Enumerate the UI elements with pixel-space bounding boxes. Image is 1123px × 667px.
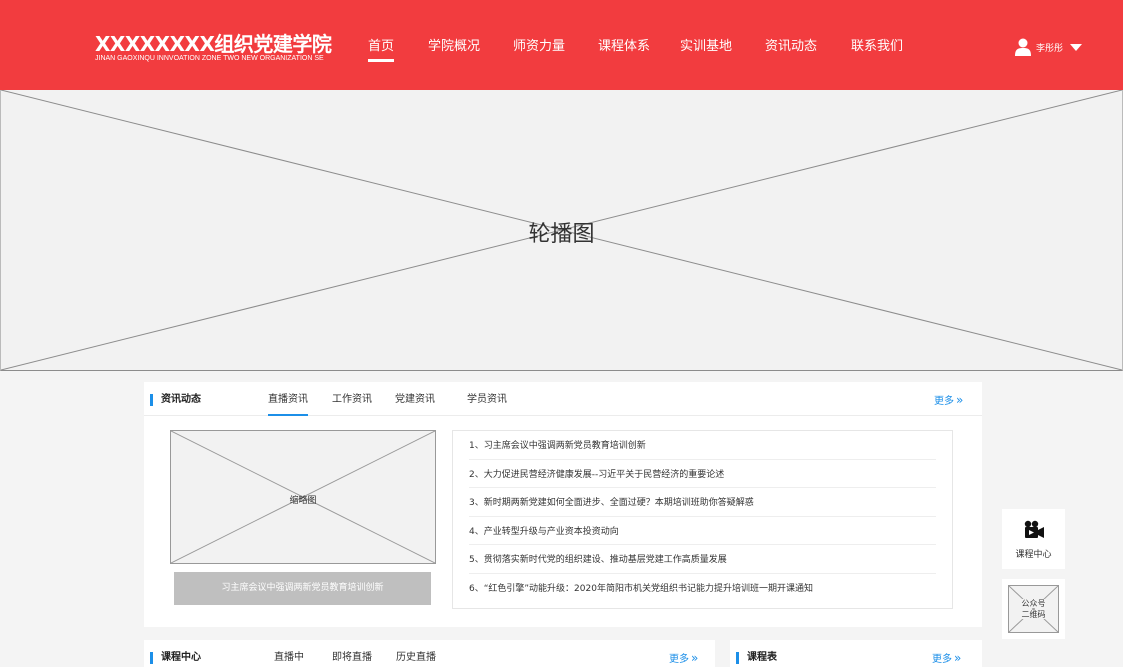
user-name: 李彤彤 <box>1036 43 1064 54</box>
nav-contact[interactable]: 联系我们 <box>851 38 903 56</box>
list-item[interactable]: 2、大力促进民营经济健康发展--习近平关于民营经济的重要论述 <box>469 460 936 488</box>
nav-faculty[interactable]: 师资力量 <box>513 38 565 56</box>
site-header: XXXXXXXX组织党建学院 JINAN GAOXINQU INNVOATION… <box>0 0 1123 90</box>
list-item[interactable]: 4、产业转型升级与产业资本投资动向 <box>469 517 936 545</box>
news-title: 资讯动态 <box>150 394 201 406</box>
list-item[interactable]: 6、“红色引擎”动能升级：2020年简阳市机关党组织书记能力提升培训班一期开课通… <box>469 574 936 603</box>
chevron-down-icon <box>1070 43 1083 51</box>
site-title: XXXXXXXX组织党建学院 <box>95 32 332 56</box>
news-panel: 资讯动态 直播资讯 工作资讯 党建资讯 学员资讯 更多» 缩略图 习主席会议中强… <box>144 382 982 627</box>
double-chevron-right-icon: » <box>691 651 699 665</box>
thumbnail-caption[interactable]: 习主席会议中强调两新党员教育培训创新 <box>174 572 431 605</box>
schedule-more-link[interactable]: 更多» <box>932 651 961 667</box>
list-item[interactable]: 5、贯彻落实新时代党的组织建设、推动基层党建工作高质量发展 <box>469 545 936 574</box>
list-item[interactable]: 1、习主席会议中强调两新党员教育培训创新 <box>469 431 936 460</box>
list-item[interactable]: 3、新时期两新党建如何全面进步、全面过硬？本期培训班助你答疑解惑 <box>469 488 936 517</box>
qr-code-label: 公众号 二维码 <box>1009 598 1058 620</box>
qr-code-placeholder: 公众号 二维码 <box>1008 585 1059 633</box>
tab-past-live[interactable]: 历史直播 <box>396 652 436 664</box>
qr-label-line1: 公众号 <box>1021 599 1046 608</box>
news-thumbnail[interactable]: 缩略图 <box>170 430 436 564</box>
float-course-center-button[interactable]: 课程中心 <box>1002 509 1065 569</box>
double-chevron-right-icon: » <box>954 651 962 665</box>
tab-work-news[interactable]: 工作资讯 <box>332 394 372 406</box>
course-center-label: 课程中心 <box>1015 550 1052 560</box>
tab-live-news[interactable]: 直播资讯 <box>268 394 308 416</box>
qr-label-line2: 二维码 <box>1021 610 1046 619</box>
nav-about[interactable]: 学院概况 <box>428 38 480 56</box>
nav-training-base[interactable]: 实训基地 <box>680 38 732 56</box>
tab-upcoming-live[interactable]: 即将直播 <box>332 652 372 664</box>
double-chevron-right-icon: » <box>956 393 964 407</box>
video-camera-icon <box>1024 520 1044 538</box>
nav-courses[interactable]: 课程体系 <box>598 38 650 56</box>
news-more-link[interactable]: 更多» <box>934 393 963 409</box>
user-menu[interactable]: 李彤彤 <box>1015 38 1083 56</box>
course-center-panel: 课程中心 直播中 即将直播 历史直播 更多» <box>144 640 715 667</box>
site-logo[interactable]: XXXXXXXX组织党建学院 JINAN GAOXINQU INNVOATION… <box>95 32 332 63</box>
float-qr-code[interactable]: 公众号 二维码 <box>1002 579 1065 639</box>
carousel-label: 轮播图 <box>528 222 595 247</box>
more-label: 更多 <box>934 396 954 407</box>
nav-news[interactable]: 资讯动态 <box>765 38 817 56</box>
nav-home[interactable]: 首页 <box>368 38 395 62</box>
carousel-banner[interactable]: 轮播图 <box>0 90 1123 371</box>
tab-party-news[interactable]: 党建资讯 <box>395 394 435 406</box>
more-label: 更多 <box>669 654 689 665</box>
tab-live-now[interactable]: 直播中 <box>274 652 304 664</box>
tab-student-news[interactable]: 学员资讯 <box>467 394 507 406</box>
schedule-title: 课程表 <box>736 652 777 664</box>
news-header: 资讯动态 直播资讯 工作资讯 党建资讯 学员资讯 更多» <box>144 382 982 416</box>
user-icon <box>1015 38 1031 56</box>
site-subtitle: JINAN GAOXINQU INNVOATION ZONE TWO NEW O… <box>95 55 324 62</box>
more-label: 更多 <box>932 654 952 665</box>
news-list: 1、习主席会议中强调两新党员教育培训创新 2、大力促进民营经济健康发展--习近平… <box>452 430 953 609</box>
course-more-link[interactable]: 更多» <box>669 651 698 667</box>
thumbnail-label: 缩略图 <box>289 496 317 506</box>
course-center-title: 课程中心 <box>150 652 201 664</box>
schedule-panel: 课程表 更多» <box>730 640 982 667</box>
